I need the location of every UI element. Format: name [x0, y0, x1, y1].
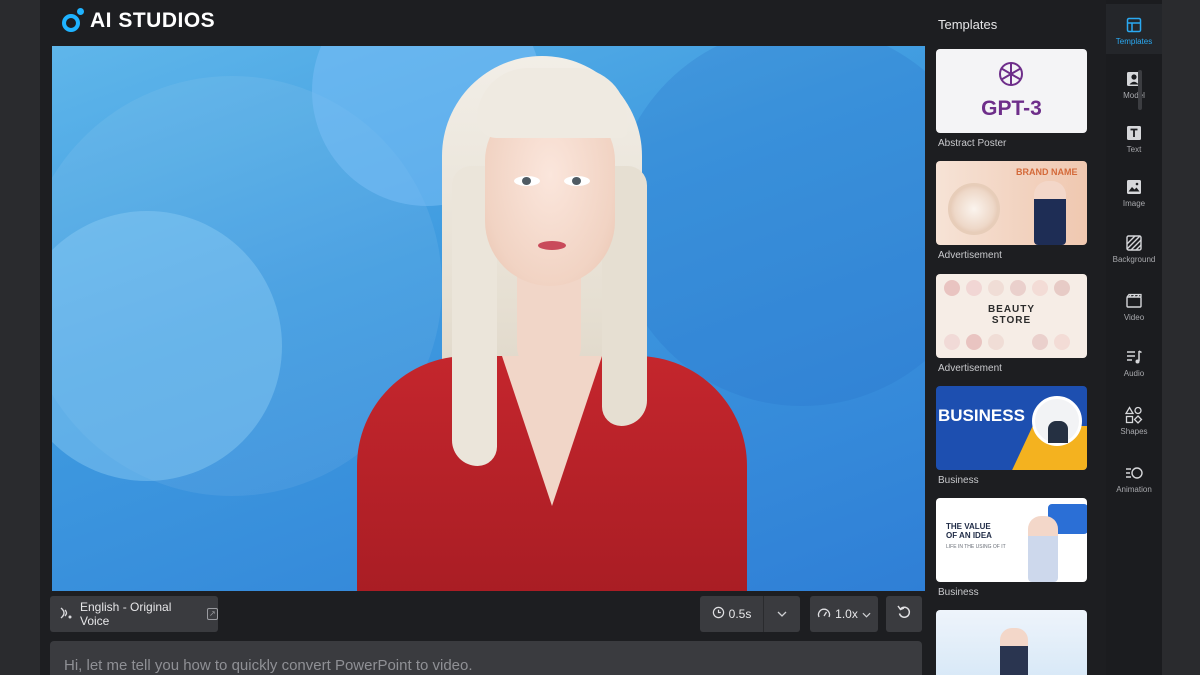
tool-text[interactable]: Text	[1106, 112, 1162, 162]
template-thumb-text: GPT-3	[981, 97, 1042, 120]
tool-label: Templates	[1115, 37, 1153, 46]
external-link-icon: ↗	[206, 608, 218, 620]
app-window: AI STUDIOS English - Original Voice ↗ 0.…	[40, 0, 1162, 675]
tool-shapes[interactable]: Shapes	[1106, 394, 1162, 444]
template-card-beauty-store[interactable]: BEAUTY STORE	[936, 274, 1087, 358]
avatar-eye	[514, 176, 540, 186]
template-avatar	[1032, 396, 1082, 446]
avatar-lips	[538, 241, 566, 250]
script-input[interactable]: Hi, let me tell you how to quickly conve…	[50, 641, 922, 675]
video-icon	[1125, 292, 1143, 310]
template-label: Business	[938, 475, 979, 486]
shapes-icon	[1125, 406, 1143, 424]
playback-controls: English - Original Voice ↗ 0.5s 1.0x	[50, 596, 925, 634]
tool-templates[interactable]: Templates	[1106, 4, 1162, 54]
pause-dropdown[interactable]	[764, 596, 800, 632]
template-avatar	[1000, 628, 1028, 675]
template-avatar	[1028, 516, 1058, 582]
template-card-advertisement[interactable]: BRAND NAME	[936, 161, 1087, 245]
image-icon	[1125, 178, 1143, 196]
template-label: Advertisement	[938, 363, 1002, 374]
logo[interactable]: AI STUDIOS	[60, 8, 215, 34]
logo-text: AI STUDIOS	[90, 9, 216, 32]
layout-icon	[1125, 16, 1143, 34]
tool-image[interactable]: Image	[1106, 166, 1162, 216]
chevron-down-icon	[862, 607, 871, 621]
voice-select-button[interactable]: English - Original Voice ↗	[50, 596, 218, 632]
voice-icon	[58, 605, 74, 624]
avatar-hair-top	[477, 68, 627, 138]
audio-icon	[1125, 348, 1143, 366]
pause-control: 0.5s	[700, 596, 800, 632]
right-bezel	[1162, 0, 1200, 675]
template-label: Advertisement	[938, 250, 1002, 261]
template-label: Abstract Poster	[938, 138, 1007, 149]
template-thumb-text: THE VALUE OF AN IDEA	[946, 522, 992, 540]
speed-value: 1.0x	[835, 607, 858, 621]
tool-animation[interactable]: Animation	[1106, 452, 1162, 502]
templates-panel: Templates GPT-3 Abstract Poster BRAND NA…	[928, 0, 1100, 675]
template-card-abstract-poster[interactable]: GPT-3	[936, 49, 1087, 133]
animation-icon	[1125, 464, 1143, 482]
template-card-business-value[interactable]: THE VALUE OF AN IDEA LIFE IN THE USING O…	[936, 498, 1087, 582]
template-thumb-text: BEAUTY STORE	[987, 304, 1036, 326]
template-avatar	[1034, 181, 1066, 245]
logo-icon	[60, 8, 86, 34]
clock-icon	[712, 606, 725, 622]
template-thumb-text: BUSINESS	[938, 406, 1025, 425]
tool-sidebar: Templates Model Text Image Background Vi…	[1106, 0, 1162, 675]
tool-label: Audio	[1123, 369, 1145, 378]
header: AI STUDIOS	[40, 0, 930, 46]
tool-background[interactable]: Background	[1106, 222, 1162, 272]
tool-audio[interactable]: Audio	[1106, 336, 1162, 386]
tool-label: Video	[1123, 313, 1145, 322]
tool-label: Text	[1126, 145, 1142, 154]
tool-model[interactable]: Model	[1106, 58, 1162, 108]
tool-label: Background	[1112, 255, 1156, 264]
template-thumb-subtext: LIFE IN THE USING OF IT	[946, 544, 1006, 550]
tool-video[interactable]: Video	[1106, 280, 1162, 330]
template-card-business[interactable]: BUSINESS	[936, 386, 1087, 470]
pause-value: 0.5s	[728, 607, 752, 621]
voice-label: English - Original Voice	[80, 600, 172, 628]
tool-label: Animation	[1116, 485, 1152, 494]
text-icon	[1125, 124, 1143, 142]
undo-button[interactable]	[886, 596, 922, 632]
ai-avatar[interactable]	[302, 56, 802, 591]
template-thumb-text: BRAND NAME	[1016, 167, 1078, 177]
chevron-down-icon	[777, 609, 787, 620]
avatar-eye	[564, 176, 590, 186]
templates-scrollbar[interactable]	[1138, 70, 1142, 110]
video-canvas[interactable]	[52, 46, 925, 591]
template-label: Business	[938, 587, 979, 598]
pause-button[interactable]: 0.5s	[700, 596, 764, 632]
templates-title: Templates	[938, 17, 998, 32]
speed-gauge-icon	[817, 607, 831, 622]
left-bezel	[0, 0, 40, 675]
script-text: Hi, let me tell you how to quickly conve…	[64, 657, 473, 674]
background-icon	[1125, 234, 1143, 252]
template-card-presentation[interactable]	[936, 610, 1087, 675]
speed-select[interactable]: 1.0x	[810, 596, 878, 632]
tool-label: Shapes	[1120, 427, 1148, 436]
openai-logo-icon	[999, 62, 1023, 86]
cosmetic-compact	[948, 183, 1000, 235]
tool-label: Image	[1122, 199, 1146, 208]
undo-icon	[896, 604, 912, 625]
